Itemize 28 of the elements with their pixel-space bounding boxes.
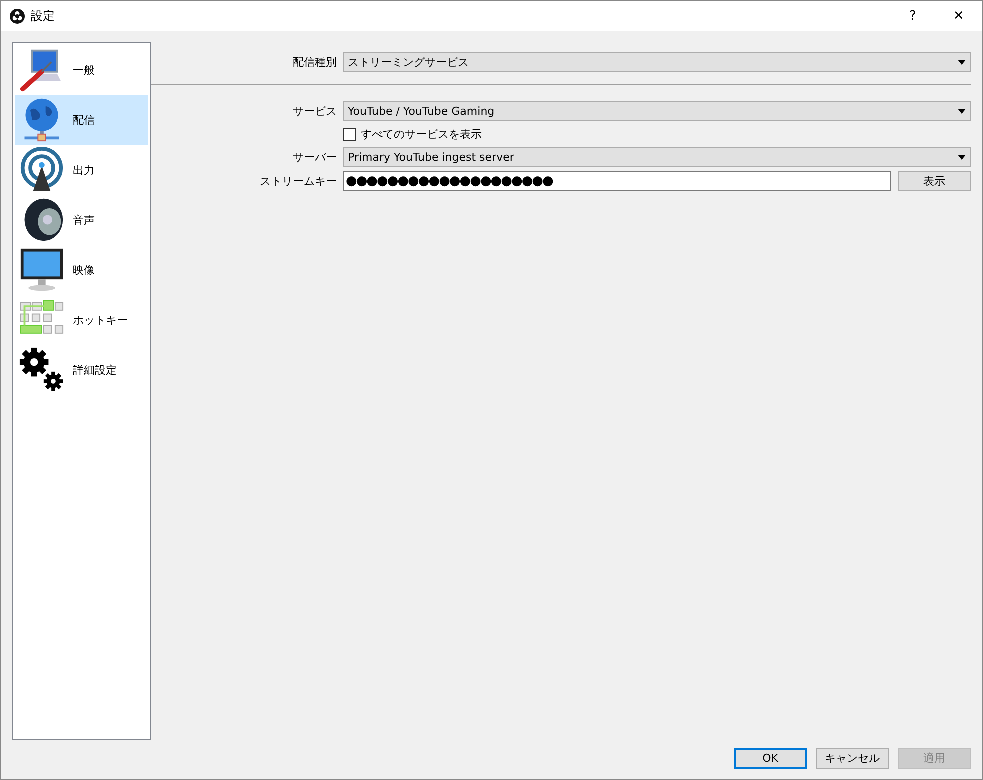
dialog-button[interactable]: キャンセル bbox=[816, 748, 889, 769]
checkbox[interactable] bbox=[343, 128, 356, 140]
service-dropdown[interactable]: YouTube / YouTube Gaming bbox=[343, 101, 971, 121]
category-item[interactable]: 出力 bbox=[15, 145, 148, 195]
monitor-icon bbox=[19, 247, 65, 293]
category-item[interactable]: ホットキー bbox=[15, 295, 148, 345]
app-logo-icon bbox=[10, 8, 25, 24]
category-item[interactable]: 音声 bbox=[15, 195, 148, 245]
field-label: サービス bbox=[292, 104, 338, 118]
field-label: サーバー bbox=[292, 150, 338, 164]
window-title: 設定 bbox=[31, 8, 55, 24]
field-label: 配信種別 bbox=[292, 54, 338, 70]
category-item[interactable]: 詳細設定 bbox=[15, 345, 148, 395]
category-item[interactable]: 配信 bbox=[15, 95, 148, 145]
stream-key-field[interactable]: ●●●●●●●●●●●●●●●●●●●● bbox=[343, 171, 891, 191]
checkbox-label[interactable]: すべてのサービスを表示 bbox=[361, 126, 482, 142]
category-item[interactable]: 映像 bbox=[15, 245, 148, 295]
gears-icon bbox=[19, 347, 65, 393]
caret-icon bbox=[958, 108, 966, 114]
category-item[interactable]: 一般 bbox=[15, 45, 148, 95]
caret-icon bbox=[958, 60, 966, 64]
antenna-signal-icon bbox=[19, 147, 65, 193]
caret-icon bbox=[958, 154, 966, 160]
dialog-button[interactable]: OK bbox=[734, 748, 807, 769]
stream-type-dropdown[interactable]: ストリーミングサービス bbox=[343, 52, 971, 72]
show-button[interactable]: 表示 bbox=[898, 171, 971, 191]
server-dropdown[interactable]: Primary YouTube ingest server bbox=[343, 147, 971, 167]
field-label: ストリームキー bbox=[259, 174, 338, 188]
